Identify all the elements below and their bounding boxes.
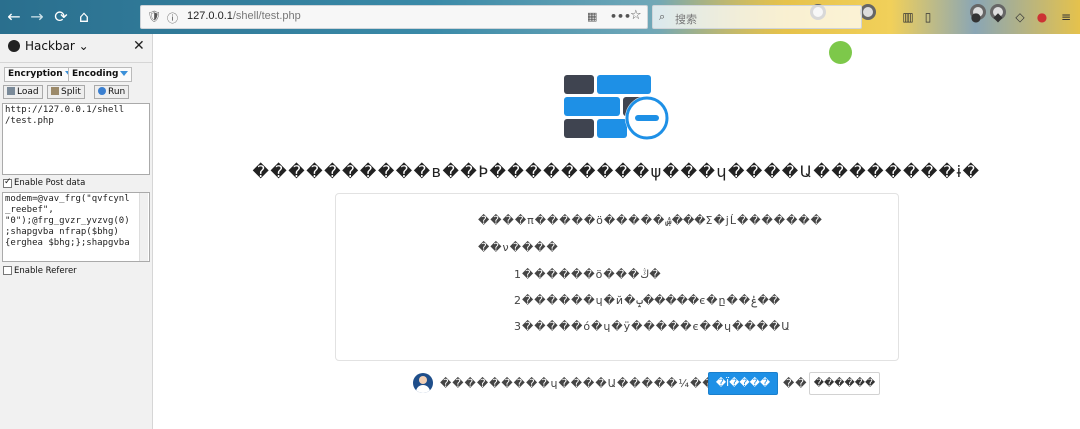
- primary-button[interactable]: �Ϊ����: [708, 372, 778, 395]
- card-line: 1������ö���ڭ�: [514, 268, 661, 281]
- card-line: 3�����ó�ɥ�ӱ�����є��ɥ����Ա: [514, 320, 791, 333]
- theme-decoration: [860, 4, 876, 20]
- reload-button[interactable]: ⟳: [51, 7, 71, 27]
- url-path: /shell/test.php: [232, 10, 301, 22]
- sidebar-icon[interactable]: ▯: [920, 9, 936, 25]
- menu-icon[interactable]: ≡: [1058, 9, 1074, 25]
- card-line: ��ν����: [478, 241, 559, 254]
- post-data-textarea[interactable]: modem=@vav_frg("qvfcynl _reebef", "0");@…: [2, 192, 150, 262]
- addon-icon[interactable]: ●: [1034, 9, 1050, 25]
- url-host: 127.0.0.1: [187, 10, 233, 22]
- run-button[interactable]: Run: [94, 85, 130, 99]
- shield-icon[interactable]: 🛡: [147, 10, 161, 23]
- bookmark-star-icon[interactable]: ☆: [630, 8, 642, 23]
- home-button[interactable]: ⌂: [74, 7, 94, 27]
- page-actions-button[interactable]: •••: [610, 10, 631, 23]
- address-bar[interactable]: 🛡 ⓘ 127.0.0.1/shell/test.php ▦ ••• ☆: [140, 5, 648, 29]
- enable-referer-checkbox[interactable]: [3, 266, 12, 275]
- footer-between-text: ��: [783, 377, 808, 390]
- search-placeholder: 搜索: [675, 13, 697, 26]
- hackbar-header: Hackbar ⌄ ✕: [0, 34, 153, 60]
- forward-button[interactable]: →: [27, 7, 47, 27]
- search-icon: ⌕: [659, 10, 666, 23]
- hackbar-sidebar: Hackbar ⌄ ✕ Encryption Encoding Load Spl…: [0, 34, 153, 429]
- back-button[interactable]: ←: [4, 7, 24, 27]
- encoding-dropdown[interactable]: Encoding: [68, 67, 133, 82]
- browser-toolbar: ← → ⟳ ⌂ 🛡 ⓘ 127.0.0.1/shell/test.php ▦ •…: [0, 0, 1080, 34]
- account-icon[interactable]: ●: [968, 9, 984, 25]
- split-button[interactable]: Split: [47, 85, 85, 99]
- addon-icon[interactable]: ◆: [990, 9, 1006, 25]
- avatar-body: [416, 385, 430, 393]
- library-icon[interactable]: ▥: [900, 9, 916, 25]
- addon-icon[interactable]: ◇: [1012, 9, 1028, 25]
- status-indicator: [829, 41, 852, 64]
- encoding-label: Encoding: [72, 69, 119, 79]
- card-line: 2������ɥ�й�ݒ�����є�ը��ݟ��: [514, 294, 781, 307]
- play-icon: [98, 87, 106, 95]
- enable-post-checkbox[interactable]: [3, 177, 12, 188]
- encryption-label: Encryption: [8, 69, 63, 79]
- load-button[interactable]: Load: [3, 85, 43, 99]
- split-icon: [51, 87, 59, 95]
- blocked-firewall-icon: [564, 75, 669, 140]
- url-textarea[interactable]: http://127.0.0.1/shell /test.php: [2, 103, 150, 175]
- enable-post-label: Enable Post data: [14, 178, 86, 188]
- encryption-dropdown[interactable]: Encryption: [4, 67, 77, 82]
- footer-text: ���������ɥ����Ա�����¼��ð��: [440, 377, 747, 390]
- load-icon: [7, 87, 15, 95]
- message-card: ����π�����ö�����ۺ���Σ�jĹ������� ��ν���� …: [335, 193, 899, 361]
- divider: [0, 62, 153, 63]
- error-title: ����������в��Þ���������ψ���ɥ����Ա�������…: [252, 162, 981, 181]
- url-text: 127.0.0.1/shell/test.php: [187, 10, 301, 22]
- avatar-head: [419, 376, 427, 384]
- avatar: [413, 373, 433, 393]
- close-icon[interactable]: ✕: [133, 38, 145, 54]
- qr-code-icon[interactable]: ▦: [587, 10, 597, 23]
- secondary-button[interactable]: ������: [809, 372, 880, 395]
- hackbar-title[interactable]: Hackbar ⌄: [25, 39, 89, 53]
- search-input[interactable]: ⌕ 搜索: [652, 5, 862, 29]
- chevron-down-icon: [120, 71, 129, 76]
- card-line: ����π�����ö�����ۺ���Σ�jĹ�������: [478, 214, 823, 227]
- info-icon[interactable]: ⓘ: [167, 10, 178, 26]
- hackbar-logo-icon: [8, 40, 20, 52]
- load-label: Load: [17, 87, 39, 97]
- post-data-scrollbar[interactable]: [139, 193, 148, 261]
- split-label: Split: [61, 87, 81, 97]
- enable-referer-label: Enable Referer: [14, 266, 77, 276]
- run-label: Run: [108, 87, 126, 97]
